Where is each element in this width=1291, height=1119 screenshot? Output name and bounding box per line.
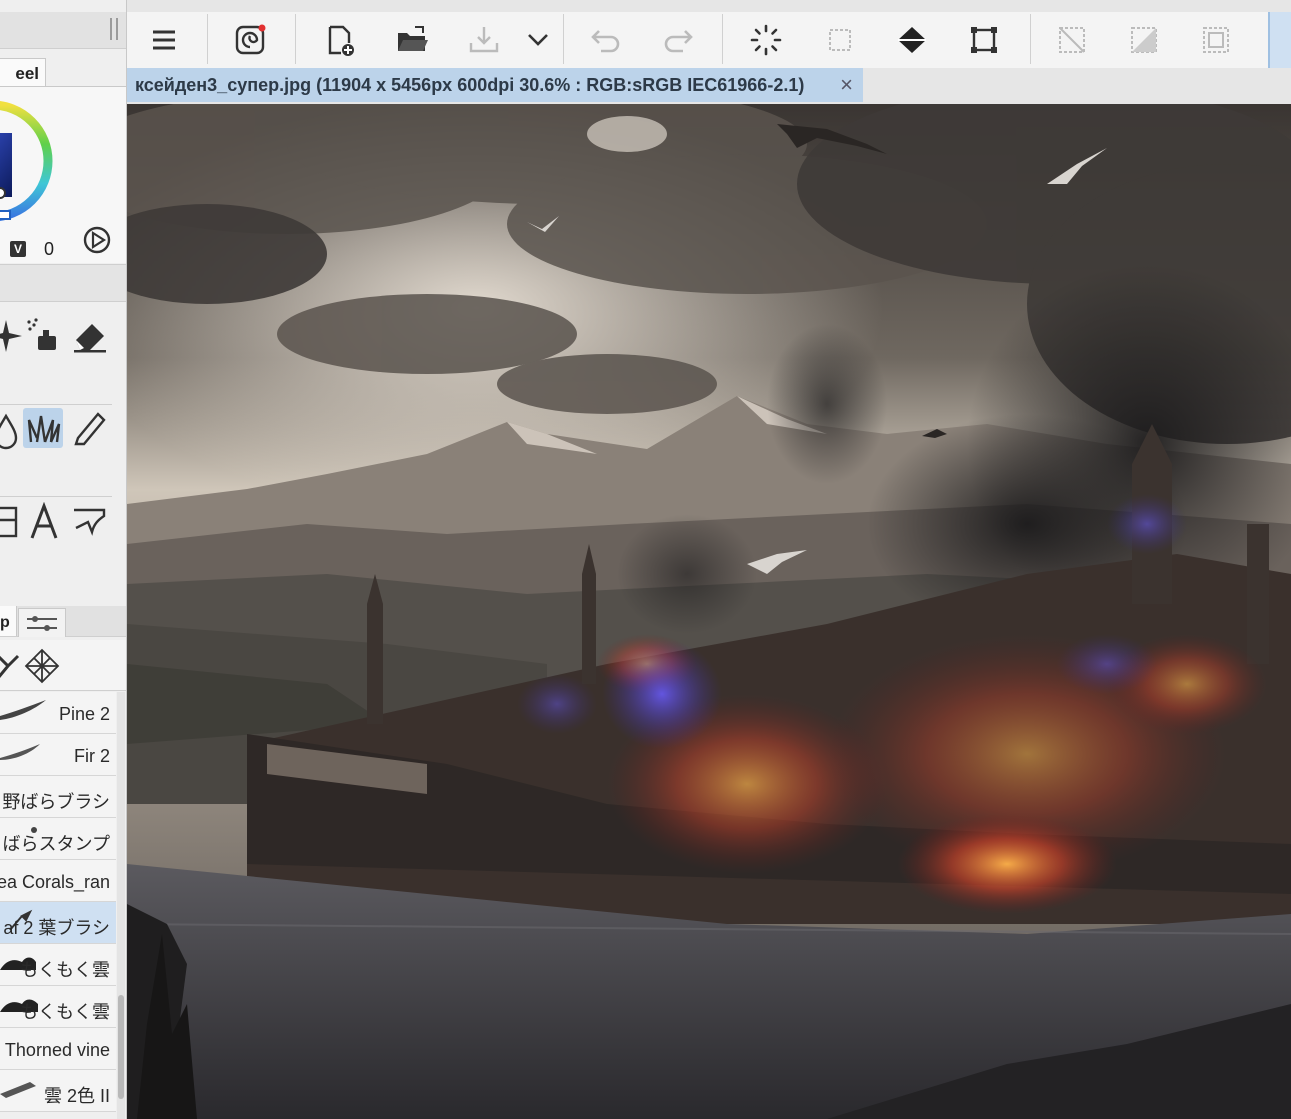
tool-panel-header — [0, 264, 126, 302]
brush-item[interactable]: もくもく雲 — [0, 986, 116, 1028]
undo-button[interactable] — [586, 12, 626, 68]
value-readout: 0 — [44, 239, 55, 259]
loading-button[interactable] — [746, 12, 786, 68]
transform-icon — [971, 27, 997, 53]
brush-item[interactable]: 野ばらブラシ — [0, 776, 116, 818]
canvas-artwork[interactable] — [127, 104, 1291, 1119]
brush-label: ばらスタンプ — [2, 834, 110, 854]
tab-sub-tool[interactable]: p — [0, 606, 17, 636]
pattern-icon[interactable] — [24, 648, 60, 684]
brush-item[interactable]: 雲 2色 II — [0, 1070, 116, 1112]
transform-button[interactable] — [964, 12, 1004, 68]
brush-label: もくもく雲 — [20, 960, 110, 980]
close-tab-icon[interactable]: × — [840, 72, 853, 98]
selection-button[interactable] — [820, 12, 860, 68]
brush-item-selected[interactable]: af 2 葉ブラシ — [0, 902, 116, 944]
save-icon — [469, 27, 499, 53]
toolbar-separator — [207, 14, 208, 64]
open-folder-icon — [398, 26, 428, 51]
new-file-button[interactable] — [320, 12, 360, 68]
brush-label: ea Corals_ran — [0, 872, 110, 892]
menu-button[interactable] — [144, 12, 184, 68]
document-title: ксейден3_супер.jpg (11904 x 5456px 600dp… — [135, 74, 805, 95]
brush-item[interactable]: Fir 2 — [0, 734, 116, 776]
selection-border-icon — [1203, 27, 1229, 53]
brush-label: 野ばらブラシ — [2, 792, 110, 812]
companion-icon — [235, 24, 266, 55]
dropdown-chevron-icon — [528, 34, 548, 46]
spray-icon[interactable] — [24, 316, 64, 356]
undo-icon — [591, 30, 620, 53]
invert-selection-icon — [1131, 27, 1157, 53]
painting-image — [127, 104, 1291, 1119]
redo-icon — [664, 30, 693, 53]
brush-item[interactable]: もくもく雲 — [0, 944, 116, 986]
frame-icon[interactable] — [0, 502, 22, 542]
selection-icon — [829, 29, 851, 51]
balloon-icon[interactable] — [70, 502, 110, 542]
brush-item[interactable]: Pine 2 — [0, 692, 116, 734]
brush-label: Fir 2 — [74, 746, 110, 766]
color-wheel-tab[interactable]: eel — [0, 58, 46, 86]
brush-stroke-preview — [0, 744, 40, 760]
deselect-icon — [1059, 27, 1085, 53]
brush-stroke-preview — [0, 1082, 36, 1098]
toolbar-separator — [1030, 14, 1031, 64]
open-button[interactable] — [392, 12, 432, 68]
companion-button[interactable] — [230, 12, 270, 68]
brush-label: もくもく雲 — [20, 1002, 110, 1022]
brush-item[interactable]: ea Corals_ran — [0, 860, 116, 902]
divider — [0, 496, 112, 497]
panel-grip-handle[interactable] — [110, 18, 118, 40]
menu-icon — [153, 30, 175, 50]
brush-list: Pine 2 Fir 2 野ばらブラシ ばらスタンプ ea Corals_ran… — [0, 692, 116, 1119]
save-dropdown-button[interactable] — [518, 12, 558, 68]
toolbar-active-indicator — [1268, 12, 1291, 68]
sparkle-icon[interactable] — [0, 316, 26, 356]
brush-item[interactable]: ばらスタンプ — [0, 818, 116, 860]
brush-label: Pine 2 — [58, 704, 110, 724]
eraser-icon[interactable] — [70, 316, 110, 356]
ribbon-icon[interactable] — [0, 650, 24, 682]
document-tab[interactable]: ксейден3_супер.jpg (11904 x 5456px 600dp… — [127, 68, 863, 102]
loading-icon — [750, 24, 782, 56]
sliders-icon — [27, 616, 57, 631]
toolbar-separator — [295, 14, 296, 64]
title-strip — [0, 0, 1291, 12]
fill-button[interactable] — [892, 12, 932, 68]
main-toolbar — [127, 12, 1291, 69]
invert-selection-button[interactable] — [1124, 12, 1164, 68]
color-wheel[interactable] — [0, 93, 56, 229]
tab-tool-property[interactable] — [18, 608, 66, 637]
redo-button[interactable] — [658, 12, 698, 68]
toolbar-separator — [563, 14, 564, 64]
left-panel-header — [0, 12, 126, 49]
grass-brush-icon[interactable] — [23, 408, 63, 448]
value-badge: V — [10, 241, 26, 257]
fill-icon — [898, 27, 926, 53]
deselect-button[interactable] — [1052, 12, 1092, 68]
divider — [0, 404, 112, 405]
color-mode-toggle-icon[interactable] — [82, 225, 112, 255]
scrollbar-thumb[interactable] — [118, 995, 124, 1099]
selection-border-button[interactable] — [1196, 12, 1236, 68]
new-file-icon — [328, 25, 354, 56]
brush-label: Thorned vine — [4, 1040, 110, 1060]
pencil-icon[interactable] — [70, 408, 110, 448]
brush-label: af 2 葉ブラシ — [3, 918, 110, 938]
brush-stroke-preview — [0, 700, 46, 720]
brush-group-row — [0, 640, 126, 691]
brush-item[interactable]: Thorned vine — [0, 1028, 116, 1070]
brush-label: 雲 2色 II — [43, 1086, 110, 1106]
color-wheel-panel: V 0 — [0, 86, 126, 263]
toolbar-separator — [722, 14, 723, 64]
save-button[interactable] — [464, 12, 504, 68]
text-tool-icon[interactable] — [24, 501, 64, 542]
